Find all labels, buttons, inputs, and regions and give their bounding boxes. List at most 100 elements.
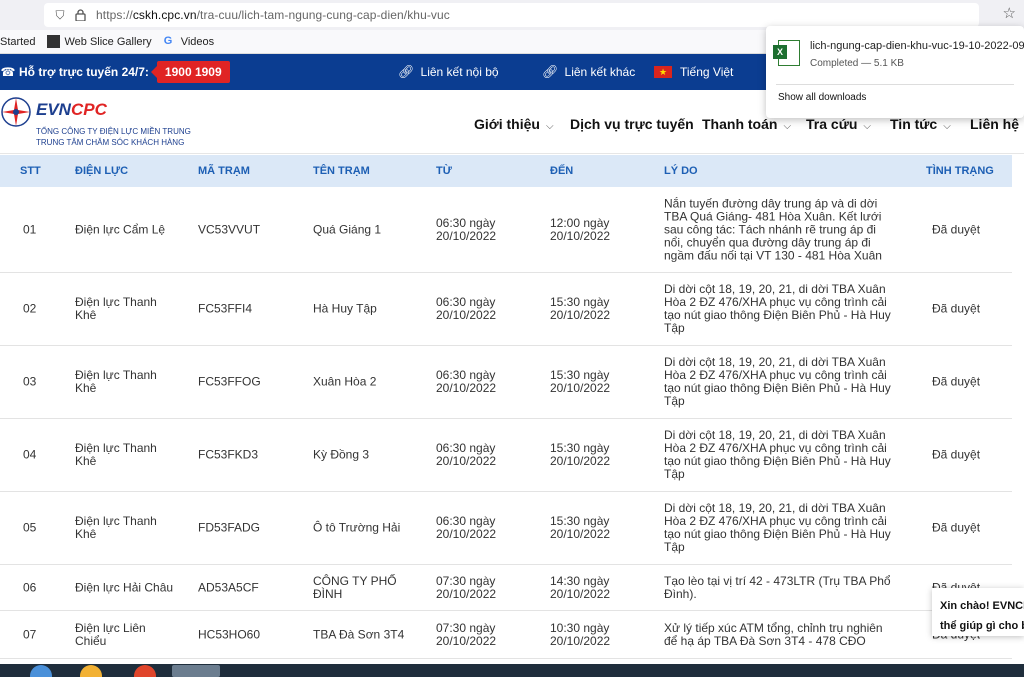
link-icon: 🔗︎	[398, 64, 415, 79]
lock-icon[interactable]	[72, 7, 88, 23]
col-stt: STT	[20, 165, 41, 177]
cell-ma-tram: FC53FFOG	[198, 374, 261, 389]
nav-tin-tuc[interactable]: Tin tức ⌵	[890, 116, 951, 132]
cell-dien-luc-line: Khê	[75, 308, 97, 322]
download-item[interactable]: lich-ngung-cap-dien-khu-vuc-19-10-2022-0…	[773, 40, 1024, 69]
cell-ten-tram-line: Hà Huy Tập	[313, 301, 377, 316]
chevron-down-icon: ⌵	[943, 121, 951, 132]
cell-den-line: 20/10/2022	[550, 633, 611, 648]
logo-text: EVNCPC	[36, 100, 107, 119]
cell-den-line: 20/10/2022	[550, 586, 611, 601]
cell-den: 10:30 ngày 20/10/2022	[550, 621, 611, 648]
cell-stt: 01	[23, 222, 37, 236]
taskbar-app-icon[interactable]	[80, 665, 102, 677]
bookmark-started[interactable]: Started	[0, 36, 35, 48]
bookmark-videos[interactable]: G Videos	[164, 35, 214, 48]
url-input[interactable]: ⛉ https://cskh.cpc.vn/tra-cuu/lich-tam-n…	[44, 3, 979, 27]
nav-lien-he[interactable]: Liên hệ	[970, 116, 1019, 132]
taskbar-app-icon[interactable]	[30, 665, 52, 677]
chat-greeting-popup[interactable]: Xin chào! EVNCPC thể giúp gì cho bạn	[932, 588, 1024, 636]
bookmark-star-icon[interactable]: ☆	[1003, 4, 1016, 22]
col-tinh-trang: TÌNH TRẠNG	[926, 165, 994, 177]
cell-den: 15:30 ngày 20/10/2022	[550, 442, 610, 468]
cell-ten-tram-line: ĐÌNH	[313, 586, 343, 601]
cell-tu-line: 20/10/2022	[436, 454, 497, 468]
cell-ten-tram: Ô tô Trường Hải	[313, 520, 401, 535]
hotline-badge[interactable]: 1900 1909	[150, 61, 230, 83]
show-all-downloads-link[interactable]: Show all downloads	[778, 92, 866, 103]
cell-dien-luc-line: Khê	[75, 527, 97, 541]
col-ten-tram: TÊN TRẠM	[313, 165, 370, 177]
chat-line: Xin chào! EVNCPC	[940, 600, 1024, 612]
cell-ten-tram: CÔNG TY PHỐ ĐÌNH	[313, 574, 397, 601]
cell-dien-luc: Điện lực Cẩm Lệ	[75, 223, 165, 236]
cell-dien-luc: Điện lực Thanh Khê	[75, 296, 157, 322]
cell-stt: 07	[23, 627, 37, 641]
cell-ma-tram: FD53FADG	[198, 520, 261, 535]
table-body: 01 Điện lực Cẩm Lệ VC53VVUT Quá Giáng 1 06:3…	[0, 187, 1012, 659]
chevron-down-icon: ⌵	[863, 121, 871, 132]
table-row: 01 Điện lực Cẩm Lệ VC53VVUT Quá Giáng 1 06:3…	[0, 187, 1012, 273]
cell-dien-luc-line: Khê	[75, 381, 97, 395]
evn-logo-icon	[1, 97, 31, 127]
cell-den-line: 20/10/2022	[550, 308, 611, 322]
logo-subtitle: TỔNG CÔNG TY ĐIỆN LỰC MIỀN TRUNG TRUNG T…	[36, 127, 191, 147]
chevron-down-icon: ⌵	[545, 121, 554, 132]
cell-ma-tram: HC53HO60	[198, 627, 261, 641]
cell-tinh-trang: Đã duyệt	[932, 447, 981, 462]
taskbar-app-icon[interactable]	[172, 665, 220, 677]
cell-ly-do-line: ngầm đấu nối tại VT 130 - 481 Hòa Xuân	[664, 248, 882, 262]
cell-dien-luc: Điện lực Thanh Khê	[75, 442, 157, 468]
cell-stt: 05	[23, 520, 37, 535]
language-selector[interactable]: ★ Tiếng Việt	[654, 54, 733, 90]
cell-tu-line: 20/10/2022	[436, 586, 497, 601]
shield-icon[interactable]: ⛉	[52, 7, 68, 23]
cell-tu-line: 20/10/2022	[436, 228, 497, 243]
bookmark-web-slice-gallery[interactable]: Web Slice Gallery	[47, 35, 152, 48]
cell-ly-do-line: Tập	[664, 321, 685, 335]
download-filename: lich-ngung-cap-dien-khu-vuc-19-10-2022-0…	[810, 40, 1024, 52]
cell-tinh-trang: Đã duyệt	[932, 374, 981, 389]
nav-dich-vu-truc-tuyen[interactable]: Dịch vụ trực tuyến	[570, 116, 694, 132]
cell-tinh-trang: Đã duyệt	[932, 520, 981, 535]
other-link[interactable]: 🔗︎ Liên kết khác	[542, 54, 635, 90]
cell-ly-do: Di dời cột 18, 19, 20, 21, di dời TBA Xu…	[664, 283, 891, 335]
nav-thanh-toan[interactable]: Thanh toán ⌵	[702, 116, 791, 132]
cell-dien-luc: Điện lực Thanh Khê	[75, 369, 157, 395]
cell-ten-tram: Kỳ Đồng 3	[313, 447, 370, 462]
vietnam-flag-icon: ★	[654, 66, 672, 78]
col-dien-luc: ĐIỆN LỰC	[75, 165, 129, 177]
cell-ly-do: Di dời cột 18, 19, 20, 21, di dời TBA Xu…	[664, 356, 891, 408]
downloads-panel: lich-ngung-cap-dien-khu-vuc-19-10-2022-0…	[766, 26, 1024, 118]
chat-line: thể giúp gì cho bạn	[940, 620, 1024, 632]
cell-tu: 06:30 ngày 20/10/2022	[436, 369, 496, 395]
url-text: https://cskh.cpc.vn/tra-cuu/lich-tam-ngu…	[96, 8, 450, 22]
cell-ly-do-line: tạo nút giao thông Điện Biên Phủ - Hà Hu…	[664, 308, 891, 322]
cell-dien-luc-line: Khê	[75, 454, 97, 468]
nav-tra-cuu[interactable]: Tra cứu ⌵	[806, 116, 871, 132]
cell-tu: 06:30 ngày 20/10/2022	[436, 296, 496, 322]
internal-link[interactable]: 🔗︎ Liên kết nội bộ	[398, 54, 499, 90]
table-row: 05 Điện lực Thanh Khê FD53FADG Ô tô Trường H…	[0, 492, 1012, 565]
cell-ten-tram-line: Ô tô Trường Hải	[313, 520, 401, 535]
col-tu: TỪ	[436, 165, 452, 177]
cell-dien-luc: Điện lực Liên Chiểu	[75, 621, 146, 648]
taskbar-app-icon[interactable]	[134, 665, 156, 677]
cell-ma-tram: FC53FKD3	[198, 447, 259, 462]
cell-ma-tram: VC53VVUT	[198, 222, 261, 236]
cell-ly-do-line: Tập	[664, 540, 685, 554]
cell-ten-tram-line: Quá Giáng 1	[313, 222, 382, 236]
cell-ten-tram: TBA Đà Sơn 3T4	[313, 628, 404, 641]
cell-ly-do-line: tạo nút giao thông Điện Biên Phủ - Hà Hu…	[664, 454, 891, 468]
cell-den: 15:30 ngày 20/10/2022	[550, 296, 610, 322]
cell-den-line: 20/10/2022	[550, 381, 611, 395]
cell-tu: 06:30 ngày 20/10/2022	[436, 442, 496, 468]
col-den: ĐẾN	[550, 165, 574, 177]
cell-stt: 02	[23, 301, 37, 316]
cell-ly-do-line: Đình).	[664, 586, 697, 601]
cell-tu: 06:30 ngày 20/10/2022	[436, 515, 496, 541]
nav-gioi-thieu[interactable]: Giới thiệu ⌵	[474, 116, 554, 132]
cell-ly-do-line: Tạo lèo tại vị trí 42 - 473LTR (Trụ TBA …	[664, 573, 891, 588]
cell-ten-tram-line: Kỳ Đồng 3	[313, 447, 370, 462]
divider	[776, 84, 1014, 85]
